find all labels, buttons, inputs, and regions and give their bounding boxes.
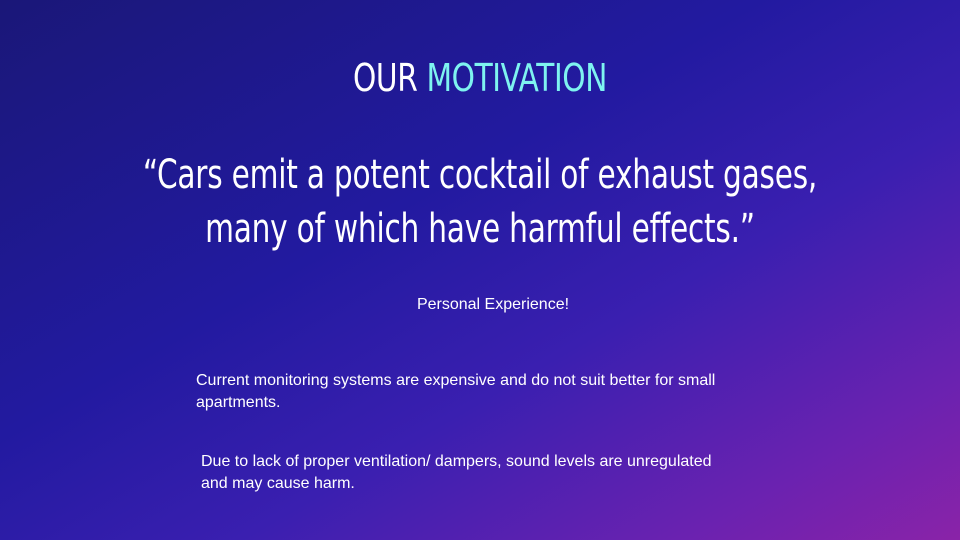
quote: “Cars emit a potent cocktail of exhaust … (140, 148, 821, 256)
slide: OUR MOTIVATION “Cars emit a potent cockt… (0, 0, 960, 540)
personal-experience-note: Personal Experience! (416, 296, 570, 313)
sound-levels-note: Due to lack of proper ventilation/ dampe… (201, 453, 712, 492)
quote-line-2: many of which have harmful effects.” (205, 206, 755, 252)
title-highlight: MOTIVATION (426, 56, 608, 100)
title-prefix: OUR (352, 56, 418, 100)
monitoring-systems-note: Current monitoring systems are expensive… (196, 372, 716, 411)
quote-line-1: “Cars emit a potent cocktail of exhaust … (142, 152, 818, 198)
slide-title: OUR MOTIVATION (106, 52, 855, 104)
